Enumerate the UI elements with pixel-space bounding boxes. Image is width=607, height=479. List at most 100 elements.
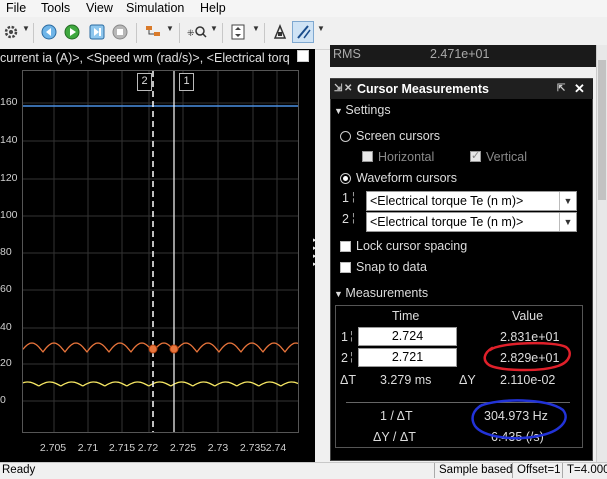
section-collapse-icon: ▼ bbox=[334, 106, 346, 116]
value-column-header: Value bbox=[512, 309, 544, 323]
scale-axes-icon[interactable] bbox=[228, 22, 248, 42]
undock-panel-icon[interactable]: ⇱ bbox=[557, 79, 565, 99]
y-tick-label: 100 bbox=[0, 209, 18, 221]
cursor-1-dash-icon: ¦ bbox=[352, 191, 355, 203]
cursor-measurements-dropdown-arrow-icon[interactable]: ▼ bbox=[317, 24, 325, 33]
cursor-measurements-header: ⇲ ✕ Cursor Measurements ⇱ ✕ bbox=[330, 79, 593, 99]
cursor-2-signal-select[interactable]: <Electrical torque Te (n m)> ▼ bbox=[366, 212, 577, 232]
scrollbar-thumb[interactable] bbox=[598, 60, 606, 200]
zoom-icon[interactable]: ⁜ bbox=[186, 22, 208, 42]
chevron-down-icon: ▼ bbox=[559, 213, 576, 231]
settings-section-header[interactable]: ▼ Settings bbox=[334, 102, 391, 119]
snap-to-data-label: Snap to data bbox=[356, 260, 427, 274]
highlight-simulink-block-icon[interactable] bbox=[270, 22, 290, 42]
cursor-1-signal-select[interactable]: <Electrical torque Te (n m)> ▼ bbox=[366, 191, 577, 211]
blue-highlight-ellipse bbox=[471, 399, 567, 440]
section-collapse-icon: ▼ bbox=[334, 289, 346, 299]
cursor-1-signal-value: <Electrical torque Te (n m)> bbox=[370, 194, 524, 208]
row-1-index: 1 bbox=[341, 330, 348, 344]
cursor-1-marker bbox=[169, 344, 179, 354]
cursor-1-time-field[interactable]: 2.724 bbox=[358, 327, 457, 346]
rms-row: RMS 2.471e+01 bbox=[330, 45, 607, 67]
torque-trace bbox=[23, 342, 298, 353]
step-forward-icon[interactable] bbox=[88, 22, 106, 42]
vertical-label: Vertical bbox=[486, 150, 527, 164]
toolbar-separator bbox=[179, 23, 180, 43]
measurements-section-header[interactable]: ▼ Measurements bbox=[334, 285, 428, 302]
cursor-2-signal-value: <Electrical torque Te (n m)> bbox=[370, 215, 524, 229]
y-tick-label: 40 bbox=[0, 321, 12, 333]
y-tick-label: 120 bbox=[0, 172, 18, 184]
screen-cursors-radio[interactable] bbox=[340, 131, 351, 142]
step-back-icon[interactable] bbox=[40, 22, 58, 42]
cursor-measurements-title: Cursor Measurements bbox=[357, 82, 489, 96]
status-time: T=4.000 bbox=[562, 463, 607, 478]
panel-gap bbox=[330, 67, 596, 78]
svg-text:⁜: ⁜ bbox=[187, 28, 195, 38]
waveform-cursors-label: Waveform cursors bbox=[356, 171, 457, 185]
lock-cursor-spacing-label: Lock cursor spacing bbox=[356, 239, 468, 253]
cursor-2-time-field[interactable]: 2.721 bbox=[358, 348, 457, 367]
y-tick-label: 0 bbox=[0, 394, 6, 406]
signal-hierarchy-icon[interactable] bbox=[143, 22, 163, 42]
undock-icon[interactable] bbox=[297, 50, 309, 62]
y-tick-label: 80 bbox=[0, 246, 12, 258]
zoom-dropdown-arrow-icon[interactable]: ▼ bbox=[210, 24, 218, 33]
delta-t-value: 3.279 ms bbox=[380, 373, 432, 387]
scale-axes-dropdown-arrow-icon[interactable]: ▼ bbox=[252, 24, 260, 33]
red-highlight-ellipse bbox=[483, 341, 571, 372]
cursor-2-marker bbox=[148, 344, 158, 354]
collapse-icon[interactable]: ✕ bbox=[344, 79, 352, 99]
cursor-1-index: 1 bbox=[342, 191, 349, 205]
toolbar-separator bbox=[136, 23, 137, 43]
y-tick-label: 140 bbox=[0, 134, 18, 146]
plot-area[interactable] bbox=[22, 70, 299, 433]
x-tick-label: 2.705 bbox=[39, 442, 67, 454]
horizontal-checkbox[interactable] bbox=[362, 151, 373, 162]
menu-simulation[interactable]: Simulation bbox=[126, 0, 184, 17]
pin-icon[interactable]: ⇲ bbox=[334, 79, 342, 99]
settings-dropdown-arrow-icon[interactable]: ▼ bbox=[22, 24, 30, 33]
row-2-dash-icon: ¦ bbox=[350, 351, 353, 363]
rms-label: RMS bbox=[333, 47, 361, 61]
delta-t-label: ΔT bbox=[340, 373, 356, 387]
settings-gear-icon[interactable] bbox=[2, 22, 20, 42]
cursor-2-dash-icon: ¦ bbox=[352, 212, 355, 224]
expand-panel-arrows-icon[interactable]: ▸ ▸ ▸ ▸ bbox=[313, 237, 321, 273]
toolbar-separator bbox=[264, 23, 265, 43]
rms-value: 2.471e+01 bbox=[430, 47, 490, 61]
menu-help[interactable]: Help bbox=[200, 0, 226, 17]
x-tick-label: 2.73 bbox=[207, 442, 229, 454]
cursor-2-tag[interactable]: 2 bbox=[137, 73, 152, 91]
run-icon[interactable] bbox=[63, 22, 81, 42]
y-tick-label: 160 bbox=[0, 96, 18, 108]
status-offset: Offset=1 bbox=[512, 463, 563, 478]
horizontal-label: Horizontal bbox=[378, 150, 435, 164]
chevron-down-icon: ▼ bbox=[559, 192, 576, 210]
stop-icon[interactable] bbox=[111, 22, 129, 42]
inverse-delta-t-label: 1 / ΔT bbox=[380, 409, 413, 423]
measurements-label: Measurements bbox=[345, 286, 429, 300]
close-icon[interactable]: ✕ bbox=[574, 79, 585, 99]
menu-file[interactable]: File bbox=[6, 0, 26, 17]
x-tick-label: 2.72 bbox=[137, 442, 159, 454]
time-column-header: Time bbox=[392, 309, 420, 323]
x-tick-label: 2.74 bbox=[265, 442, 287, 454]
delta-y-label: ΔY bbox=[459, 373, 476, 387]
current-trace bbox=[23, 381, 298, 387]
scope-title: current ia (A)>, <Speed wm (rad/s)>, <El… bbox=[0, 49, 308, 68]
menu-tools[interactable]: Tools bbox=[41, 0, 70, 17]
snap-to-data-checkbox[interactable] bbox=[340, 262, 351, 273]
menu-view[interactable]: View bbox=[86, 0, 113, 17]
menu-bar: File Tools View Simulation Help bbox=[0, 0, 607, 17]
signal-hierarchy-dropdown-arrow-icon[interactable]: ▼ bbox=[166, 24, 174, 33]
toolbar-separator bbox=[33, 23, 34, 43]
cursor-1-tag[interactable]: 1 bbox=[179, 73, 194, 91]
waveform-cursors-radio[interactable] bbox=[340, 173, 351, 184]
vertical-checkbox[interactable]: ✓ bbox=[470, 150, 481, 162]
toolbar-separator bbox=[222, 23, 223, 43]
cursor-2-index: 2 bbox=[342, 212, 349, 226]
lock-cursor-spacing-checkbox[interactable] bbox=[340, 241, 351, 252]
cursor-measurements-icon[interactable] bbox=[292, 21, 314, 43]
row-2-index: 2 bbox=[341, 351, 348, 365]
